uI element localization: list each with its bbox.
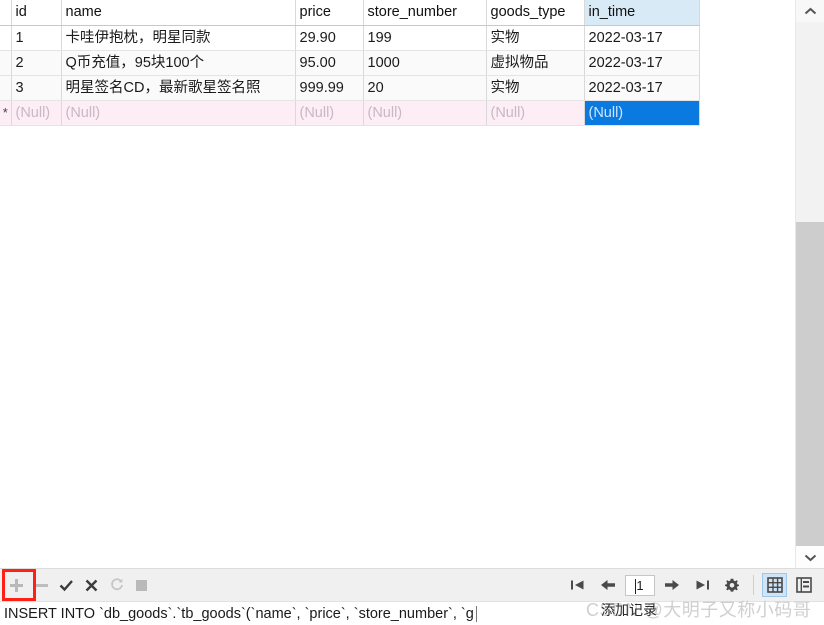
column-header-goods-type[interactable]: goods_type [486, 0, 585, 26]
column-header-store-number[interactable]: store_number [363, 0, 487, 26]
cell-in-time[interactable]: 2022-03-17 [584, 50, 700, 76]
add-record-button[interactable] [4, 572, 29, 598]
table-row[interactable]: 1 卡哇伊抱枕，明星同款 29.90 199 实物 2022-03-17 [0, 25, 700, 51]
result-table[interactable]: id name price store_number goods_type in… [0, 0, 700, 126]
cell-store-number[interactable]: 20 [363, 75, 487, 101]
sql-preview-text: INSERT INTO `db_goods`.`tb_goods`(`name`… [4, 605, 474, 622]
new-cell-goods-type[interactable]: (Null) [486, 100, 585, 126]
first-page-button[interactable] [563, 572, 593, 598]
column-header-in-time[interactable]: in_time [584, 0, 700, 26]
toolbar-separator [753, 575, 754, 595]
row-marker[interactable] [0, 50, 12, 76]
table-row[interactable]: 3 明星签名CD，最新歌星签名照 999.99 20 实物 2022-03-17 [0, 75, 700, 101]
page-number-input[interactable]: 1 [625, 574, 655, 596]
new-cell-store-number[interactable]: (Null) [363, 100, 487, 126]
sql-statusbar[interactable]: INSERT INTO `db_goods`.`tb_goods`(`name`… [0, 601, 824, 625]
grid-view-icon [766, 577, 783, 593]
cell-goods-type[interactable]: 虚拟物品 [486, 50, 585, 76]
next-page-button[interactable] [657, 572, 687, 598]
row-marker[interactable] [0, 75, 12, 101]
arrow-left-icon [601, 580, 615, 590]
cell-id[interactable]: 2 [11, 50, 62, 76]
new-cell-in-time[interactable]: (Null) [584, 100, 700, 126]
plus-icon [10, 578, 23, 592]
cell-id[interactable]: 3 [11, 75, 62, 101]
apply-changes-button[interactable] [54, 572, 79, 598]
gear-icon [725, 578, 739, 592]
scroll-up-button[interactable] [796, 0, 824, 22]
delete-record-button[interactable] [29, 572, 54, 598]
page-number-value: 1 [636, 577, 644, 593]
text-caret [475, 605, 477, 622]
cell-price[interactable]: 999.99 [295, 75, 364, 101]
cell-in-time[interactable]: 2022-03-17 [584, 75, 700, 101]
chevron-down-icon [804, 554, 817, 561]
table-row[interactable]: 2 Q币充值，95块100个 95.00 1000 虚拟物品 2022-03-1… [0, 50, 700, 76]
last-page-icon [696, 580, 709, 590]
grid-view-button[interactable] [762, 573, 787, 597]
scrollbar-track[interactable] [796, 22, 824, 580]
form-view-icon [795, 577, 812, 593]
vertical-scrollbar[interactable] [795, 0, 824, 580]
record-toolbar: 1 [0, 568, 824, 601]
column-header-price[interactable]: price [295, 0, 364, 26]
new-cell-price[interactable]: (Null) [295, 100, 364, 126]
cell-name[interactable]: 卡哇伊抱枕，明星同款 [61, 25, 296, 51]
add-record-tooltip: 添加记录 [601, 602, 657, 618]
grid-settings-button[interactable] [717, 572, 747, 598]
table-header-row: id name price store_number goods_type in… [0, 0, 700, 26]
column-header-id[interactable]: id [11, 0, 62, 26]
cell-in-time[interactable]: 2022-03-17 [584, 25, 700, 51]
row-marker[interactable] [0, 25, 12, 51]
cell-goods-type[interactable]: 实物 [486, 75, 585, 101]
result-grid-area[interactable]: id name price store_number goods_type in… [0, 0, 795, 568]
form-view-button[interactable] [791, 573, 816, 597]
record-actions-group [0, 569, 154, 602]
refresh-button[interactable] [104, 572, 129, 598]
column-header-name[interactable]: name [61, 0, 296, 26]
refresh-icon [110, 578, 123, 591]
minus-icon [35, 579, 48, 592]
last-page-button[interactable] [687, 572, 717, 598]
new-record-row[interactable]: * (Null) (Null) (Null) (Null) (Null) (Nu… [0, 100, 700, 126]
cell-price[interactable]: 95.00 [295, 50, 364, 76]
datagrid-window: id name price store_number goods_type in… [0, 0, 824, 625]
new-row-marker[interactable]: * [0, 100, 12, 126]
check-icon [59, 579, 73, 591]
chevron-up-icon [804, 7, 817, 14]
scrollbar-thumb[interactable] [796, 222, 824, 580]
cell-store-number[interactable]: 199 [363, 25, 487, 51]
pagination-group: 1 [563, 569, 824, 602]
previous-page-button[interactable] [593, 572, 623, 598]
discard-changes-button[interactable] [79, 572, 104, 598]
cell-name[interactable]: 明星签名CD，最新歌星签名照 [61, 75, 296, 101]
stop-icon [136, 579, 147, 591]
arrow-right-icon [665, 580, 679, 590]
cell-price[interactable]: 29.90 [295, 25, 364, 51]
column-header-marker [0, 0, 12, 26]
cell-store-number[interactable]: 1000 [363, 50, 487, 76]
first-page-icon [571, 580, 584, 590]
scroll-down-button[interactable] [796, 546, 824, 568]
cell-name[interactable]: Q币充值，95块100个 [61, 50, 296, 76]
new-cell-name[interactable]: (Null) [61, 100, 296, 126]
stop-button[interactable] [129, 572, 154, 598]
cell-goods-type[interactable]: 实物 [486, 25, 585, 51]
cell-id[interactable]: 1 [11, 25, 62, 51]
close-icon [85, 579, 98, 591]
new-cell-id[interactable]: (Null) [11, 100, 62, 126]
